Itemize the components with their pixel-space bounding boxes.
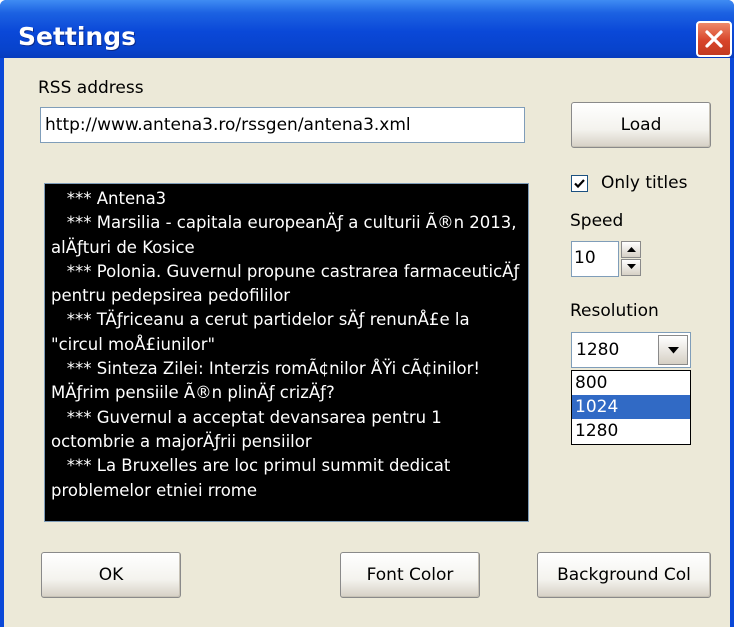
dialog-body: RSS address Load *** Antena3 *** Marsili… [4, 58, 730, 627]
rss-address-input[interactable] [40, 107, 525, 143]
only-titles-label: Only titles [601, 173, 688, 193]
resolution-dropdown-button[interactable] [658, 335, 688, 365]
close-icon [705, 30, 723, 48]
news-item: *** TÄƒriceanu a cerut partidelor sÄƒ re… [51, 310, 475, 354]
news-item: *** Marsilia - capitala europeanÄƒ a cul… [51, 213, 522, 257]
resolution-value: 1280 [576, 340, 620, 360]
load-button[interactable]: Load [571, 102, 711, 148]
news-preview: *** Antena3 *** Marsilia - capitala euro… [44, 183, 529, 522]
window-title: Settings [18, 22, 137, 51]
resolution-dropdown-list: 800 1024 1280 [571, 370, 691, 445]
chevron-down-icon [668, 347, 679, 354]
ok-button[interactable]: OK [41, 552, 181, 598]
settings-window: Settings RSS address Load *** Antena3 **… [0, 0, 734, 627]
rss-address-label: RSS address [38, 78, 144, 98]
resolution-option[interactable]: 1280 [572, 419, 690, 443]
speed-label: Speed [570, 211, 624, 231]
font-color-button[interactable]: Font Color [340, 552, 480, 598]
news-item: *** La Bruxelles are loc primul summit d… [51, 456, 456, 500]
resolution-select[interactable]: 1280 [571, 332, 691, 368]
speed-input[interactable]: 10 [571, 241, 619, 277]
news-item: *** Antena3 [51, 189, 167, 208]
arrow-down-icon [627, 264, 636, 269]
resolution-option-selected[interactable]: 1024 [572, 395, 690, 419]
speed-up-button[interactable] [621, 241, 641, 258]
checkmark-icon [574, 179, 585, 189]
arrow-up-icon [627, 247, 636, 252]
resolution-label: Resolution [570, 301, 659, 321]
background-color-button[interactable]: Background Col [537, 552, 711, 598]
close-button[interactable] [696, 21, 732, 57]
resolution-option[interactable]: 800 [572, 371, 690, 395]
news-item: *** Polonia. Guvernul propune castrarea … [51, 261, 525, 306]
news-item: *** Guvernul a acceptat devansarea pentr… [51, 407, 448, 451]
speed-down-button[interactable] [621, 259, 641, 276]
only-titles-checkbox[interactable] [571, 175, 588, 192]
news-item: *** Sinteza Zilei: Interzis romÃ¢nilor Å… [51, 359, 486, 403]
title-bar[interactable]: Settings [0, 0, 734, 58]
